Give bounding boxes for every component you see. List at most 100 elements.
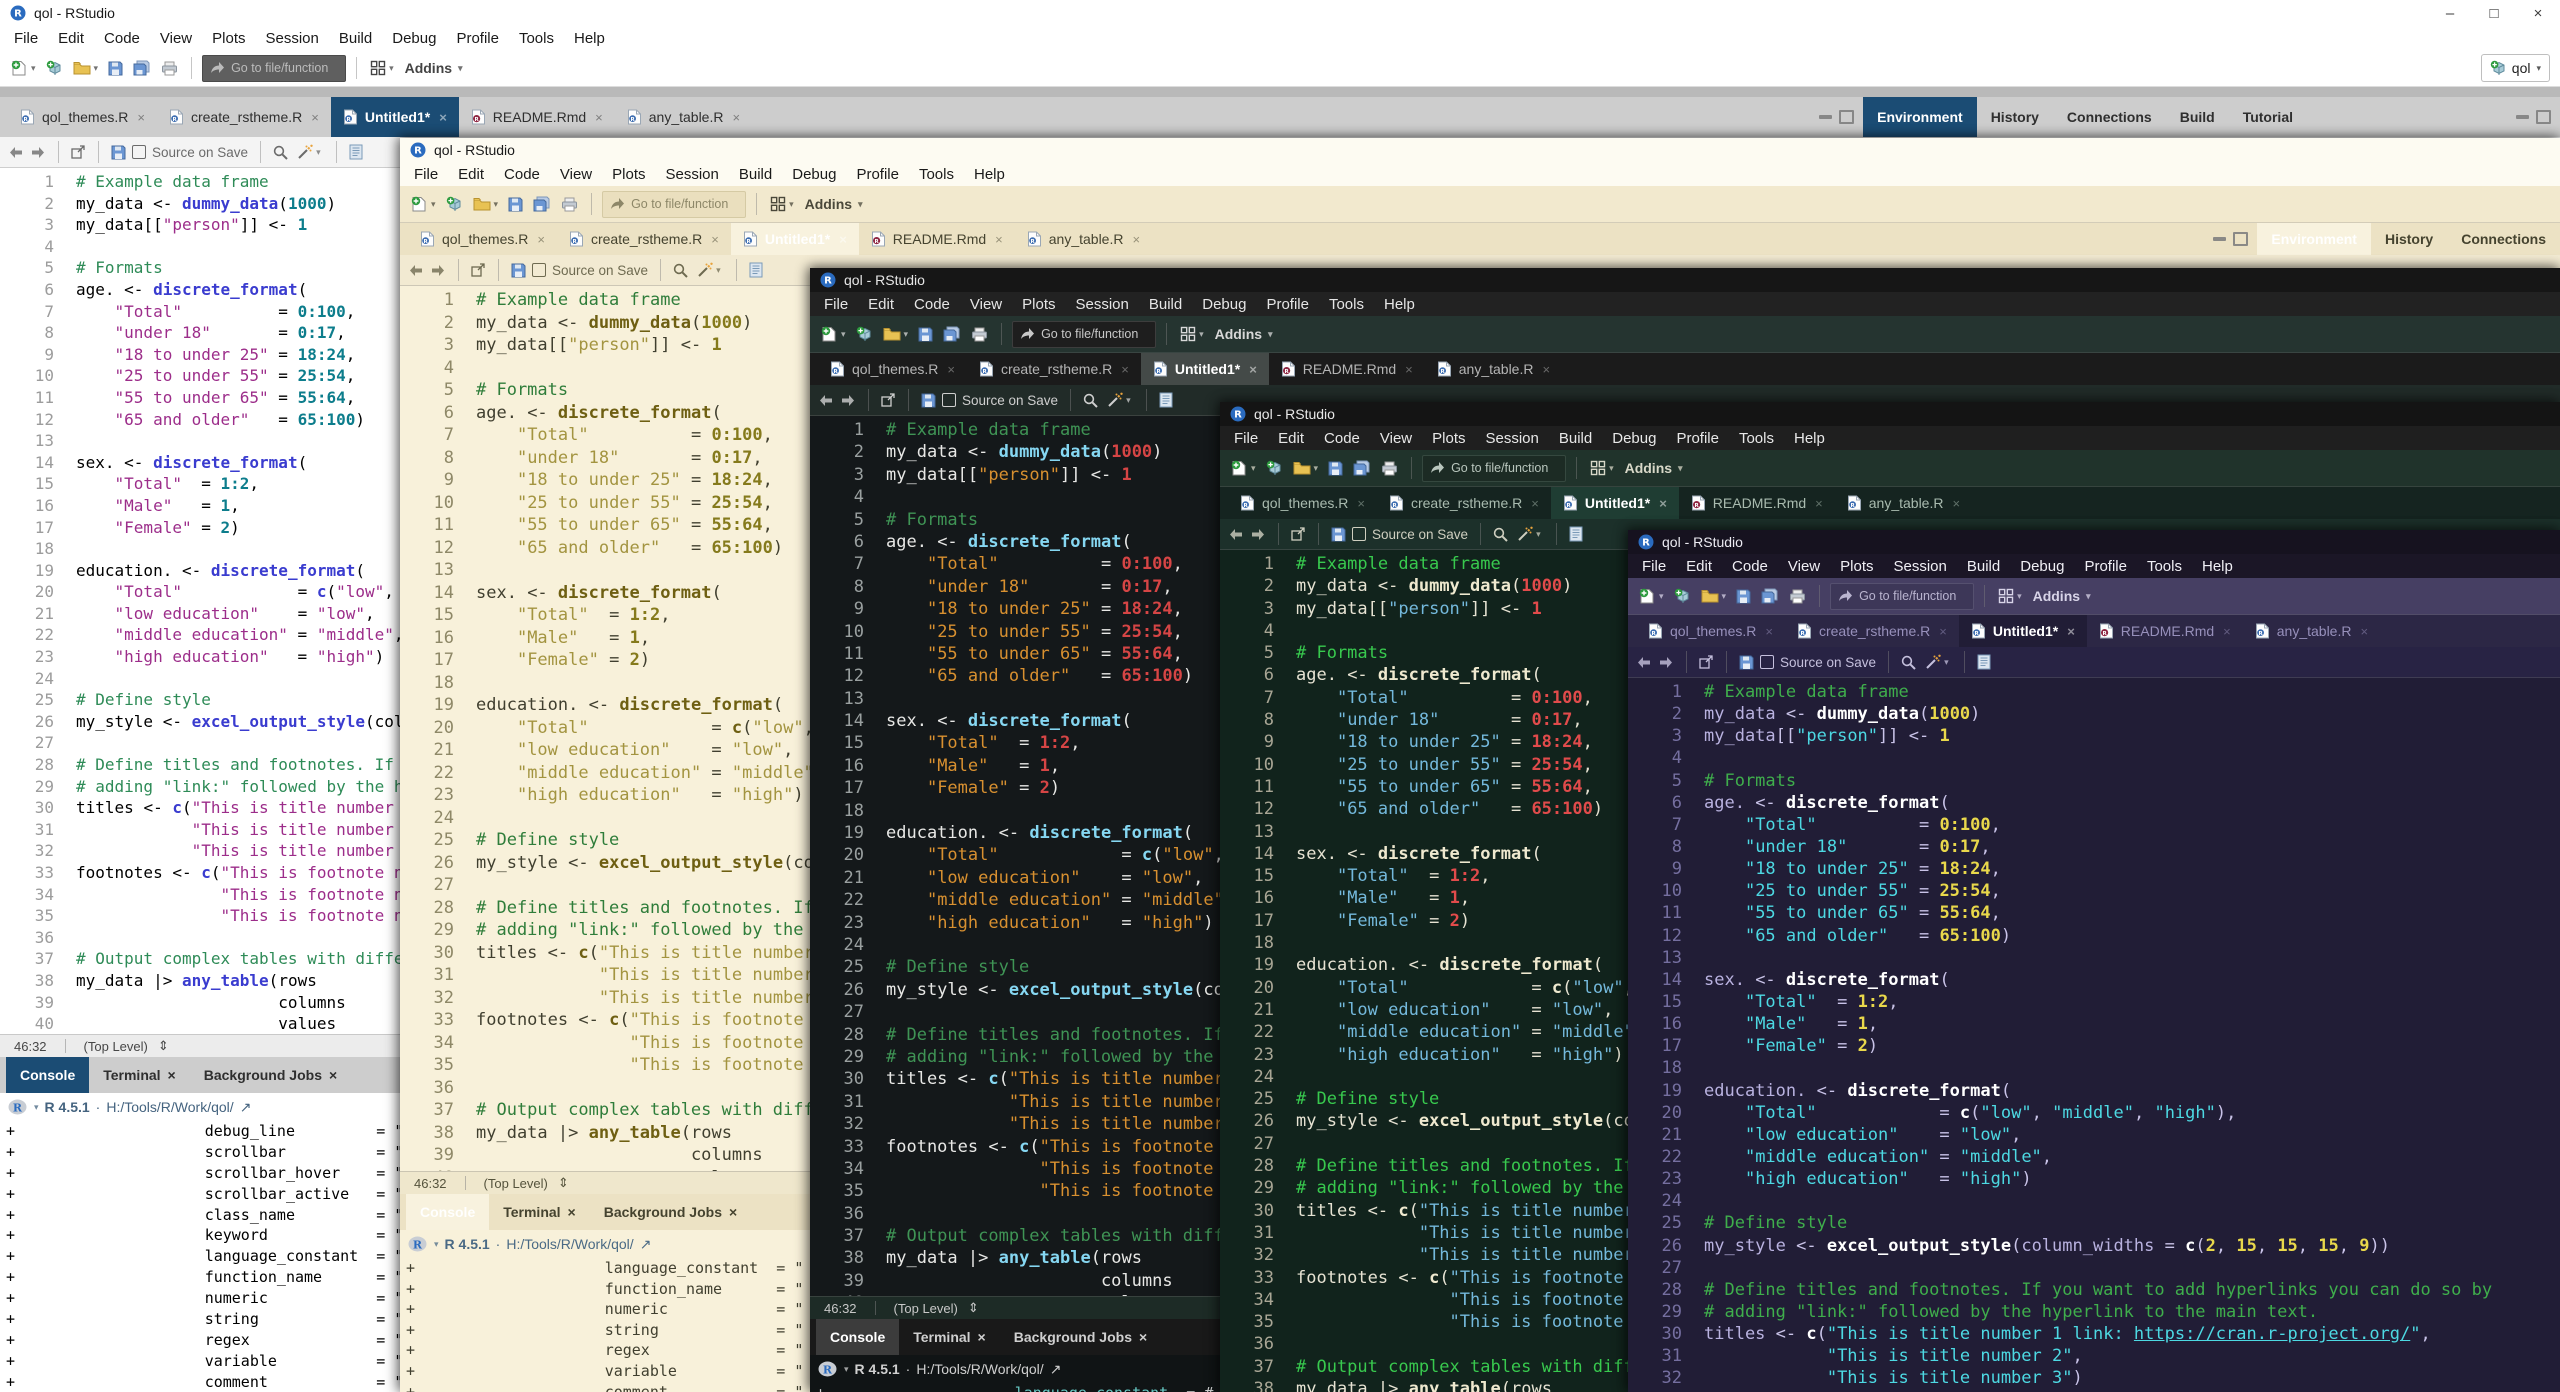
new-file-button[interactable]: ▾ [818,321,849,347]
menu-profile[interactable]: Profile [446,30,509,47]
console-tab-terminal[interactable]: Terminal× [89,1057,190,1093]
source-on-save-checkbox[interactable] [942,393,956,407]
save-all-button[interactable] [1758,583,1782,609]
popout-icon[interactable] [881,393,896,407]
menu-file[interactable]: File [404,166,448,183]
tab-untitled1-[interactable]: RUntitled1*× [1959,615,2087,647]
menu-plots[interactable]: Plots [602,166,655,183]
save-all-button[interactable] [530,191,554,217]
new-project-button[interactable] [443,191,466,217]
pane-layout-button[interactable]: ▾ [767,191,797,217]
maximize-pane-icon[interactable] [2536,110,2551,124]
pane-tab-history[interactable]: History [2371,223,2447,255]
tab-readme-rmd[interactable]: RREADME.Rmd× [2087,615,2243,647]
close-icon[interactable]: × [2067,624,2075,639]
tab-untitled1-[interactable]: RUntitled1*× [731,223,859,255]
menu-debug[interactable]: Debug [382,30,446,47]
menu-help[interactable]: Help [964,166,1015,183]
tab-untitled1-[interactable]: RUntitled1*× [331,97,459,137]
menu-profile[interactable]: Profile [1666,430,1729,447]
menu-debug[interactable]: Debug [2010,558,2074,575]
menu-debug[interactable]: Debug [1192,296,1256,313]
print-button[interactable] [158,55,181,81]
print-button[interactable] [558,191,581,217]
compile-notebook-icon[interactable] [749,262,763,278]
menu-session[interactable]: Session [1884,558,1957,575]
close-icon[interactable]: × [732,110,740,125]
save-all-button[interactable] [940,321,964,347]
menu-edit[interactable]: Edit [1268,430,1314,447]
close-icon[interactable]: × [729,1204,737,1220]
close-icon[interactable]: × [1939,624,1947,639]
popout-icon[interactable] [71,145,86,159]
open-file-button[interactable]: ▾ [470,191,502,217]
menu-view[interactable]: View [550,166,602,183]
pane-tab-environment[interactable]: Environment [1863,97,1977,137]
tab-create-rstheme-r[interactable]: Rcreate_rstheme.R× [1377,487,1551,519]
console-tab-console[interactable]: Console [816,1319,899,1355]
console-tab-background-jobs[interactable]: Background Jobs× [190,1057,351,1093]
menu-tools[interactable]: Tools [1319,296,1374,313]
source-on-save-checkbox[interactable] [1352,527,1366,541]
menu-help[interactable]: Help [2192,558,2243,575]
menu-code[interactable]: Code [1722,558,1778,575]
menu-file[interactable]: File [814,296,858,313]
menu-edit[interactable]: Edit [1676,558,1722,575]
menu-tools[interactable]: Tools [909,166,964,183]
back-icon[interactable] [1228,528,1244,541]
new-file-button[interactable]: ▾ [8,55,39,81]
goto-file-function-box[interactable]: Go to file/function [602,191,746,218]
forward-icon[interactable] [430,264,446,277]
forward-icon[interactable] [1658,656,1674,669]
tab-create-rstheme-r[interactable]: Rcreate_rstheme.R× [967,353,1141,385]
close-icon[interactable]: × [311,110,319,125]
open-file-button[interactable]: ▾ [1698,583,1730,609]
menu-plots[interactable]: Plots [202,30,255,47]
new-project-button[interactable] [43,55,66,81]
close-icon[interactable]: × [329,1067,337,1083]
tab-any-table-r[interactable]: Rany_table.R× [615,97,752,137]
save-all-button[interactable] [1350,455,1374,481]
back-icon[interactable] [818,394,834,407]
save-button[interactable] [505,191,526,217]
menu-build[interactable]: Build [1957,558,2010,575]
tab-readme-rmd[interactable]: RREADME.Rmd× [859,223,1015,255]
goto-file-function-box[interactable]: Go to file/function [1422,455,1566,482]
new-file-button[interactable]: ▾ [408,191,439,217]
menu-code[interactable]: Code [904,296,960,313]
close-icon[interactable]: × [537,232,545,247]
pane-layout-button[interactable]: ▾ [1177,321,1207,347]
save-button[interactable] [105,55,126,81]
close-icon[interactable]: × [995,232,1003,247]
search-icon[interactable] [273,145,288,160]
code-tools-button[interactable]: ▾ [1104,387,1134,413]
goto-file-function-box[interactable]: Go to file/function [1830,583,1974,610]
tab-create-rstheme-r[interactable]: Rcreate_rstheme.R× [1785,615,1959,647]
code-tools-button[interactable]: ▾ [294,139,324,165]
save-button[interactable] [1733,583,1754,609]
tab-qol-themes-r[interactable]: Rqol_themes.R× [8,97,157,137]
print-button[interactable] [1786,583,1809,609]
pane-tab-connections[interactable]: Connections [2053,97,2166,137]
new-project-button[interactable] [853,321,876,347]
close-icon[interactable]: × [839,232,847,247]
tab-readme-rmd[interactable]: RREADME.Rmd× [1269,353,1425,385]
code-tools-button[interactable]: ▾ [1514,521,1544,547]
menu-help[interactable]: Help [1374,296,1425,313]
save-icon[interactable] [1739,655,1754,670]
menu-tools[interactable]: Tools [509,30,564,47]
menu-view[interactable]: View [150,30,202,47]
search-icon[interactable] [673,263,688,278]
minimize-button[interactable]: – [2428,5,2472,22]
console-tab-terminal[interactable]: Terminal× [489,1194,590,1230]
close-icon[interactable]: × [1357,496,1365,511]
menu-edit[interactable]: Edit [48,30,94,47]
scope-selector[interactable]: (Top Level) [894,1301,958,1316]
save-button[interactable] [1325,455,1346,481]
tab-create-rstheme-r[interactable]: Rcreate_rstheme.R× [157,97,331,137]
r-version-menu-icon[interactable]: R [8,1099,27,1116]
maximize-button[interactable]: □ [2472,5,2516,22]
addins-button[interactable]: Addins▾ [801,196,867,212]
tab-qol-themes-r[interactable]: Rqol_themes.R× [818,353,967,385]
menu-build[interactable]: Build [729,166,782,183]
